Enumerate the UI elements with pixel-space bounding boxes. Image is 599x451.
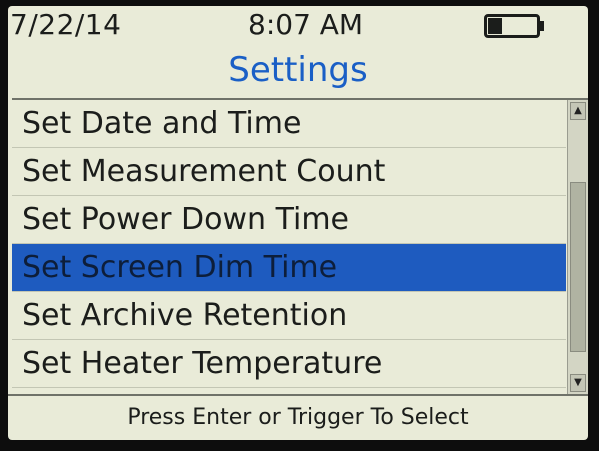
status-date: 7/22/14 (10, 8, 122, 41)
settings-menu: Set Date and Time Set Measurement Count … (12, 98, 588, 396)
scroll-thumb[interactable] (570, 182, 586, 352)
device-bezel: 7/22/14 8:07 AM Settings Set Date and Ti… (0, 0, 599, 451)
battery-level (488, 18, 502, 34)
menu-item-set-measurement-count[interactable]: Set Measurement Count (12, 148, 566, 196)
page-title: Settings (228, 50, 368, 90)
menu-item-set-power-down-time[interactable]: Set Power Down Time (12, 196, 566, 244)
menu-list: Set Date and Time Set Measurement Count … (12, 100, 566, 396)
scroll-up-arrow-icon[interactable]: ▲ (570, 102, 586, 120)
screen: 7/22/14 8:07 AM Settings Set Date and Ti… (8, 6, 588, 440)
status-time: 8:07 AM (248, 8, 364, 41)
scroll-down-arrow-icon[interactable]: ▼ (570, 374, 586, 392)
battery-icon (484, 14, 544, 38)
menu-item-set-archive-retention[interactable]: Set Archive Retention (12, 292, 566, 340)
menu-item-set-heater-temperature[interactable]: Set Heater Temperature (12, 340, 566, 388)
menu-item-set-date-and-time[interactable]: Set Date and Time (12, 100, 566, 148)
battery-tip (539, 21, 544, 31)
footer-hint: Press Enter or Trigger To Select (8, 394, 588, 440)
menu-item-set-screen-dim-time[interactable]: Set Screen Dim Time (12, 244, 566, 292)
status-bar: 7/22/14 8:07 AM (8, 6, 588, 44)
scrollbar[interactable]: ▲ ▼ (567, 100, 588, 394)
